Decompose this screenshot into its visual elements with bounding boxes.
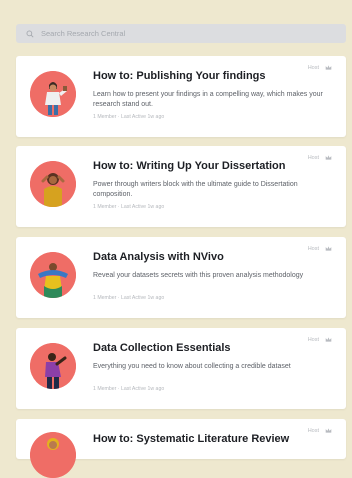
group-title[interactable]: Data Analysis with NVivo <box>93 251 224 263</box>
crown-icon <box>325 428 332 433</box>
person-illustration-icon <box>30 161 76 207</box>
person-illustration-icon <box>30 71 76 117</box>
group-avatar <box>30 343 76 389</box>
search-placeholder: Search Research Central <box>41 29 126 38</box>
person-illustration-icon <box>30 432 76 478</box>
group-title[interactable]: How to: Systematic Literature Review <box>93 433 289 445</box>
host-badge: Host <box>308 154 332 161</box>
search-icon <box>26 30 34 38</box>
group-card-dissertation[interactable]: How to: Writing Up Your Dissertation Pow… <box>16 146 346 227</box>
group-avatar <box>30 161 76 207</box>
host-label: Host <box>307 336 319 343</box>
group-avatar <box>30 432 76 478</box>
group-description: Learn how to present your findings in a … <box>93 91 323 108</box>
group-meta: 1 Member · Last Active 1w ago <box>93 295 165 301</box>
group-meta: 1 Member · Last Active 1w ago <box>93 386 165 392</box>
search-input[interactable]: Search Research Central <box>16 24 346 43</box>
host-label: Host <box>307 64 319 71</box>
group-card-literature-review[interactable]: How to: Systematic Literature Review Hos… <box>16 419 346 478</box>
group-description: Reveal your datasets secrets with this p… <box>93 272 304 279</box>
host-label: Host <box>307 427 319 434</box>
group-title[interactable]: How to: Writing Up Your Dissertation <box>93 160 286 172</box>
crown-icon <box>325 246 332 251</box>
person-illustration-icon <box>30 252 76 298</box>
group-avatar <box>30 252 76 298</box>
group-title[interactable]: How to: Publishing Your findings <box>93 70 266 82</box>
crown-icon <box>325 155 332 160</box>
host-badge: Host <box>308 64 332 71</box>
host-badge: Host <box>308 336 332 343</box>
host-badge: Host <box>308 427 332 434</box>
group-card-nvivo[interactable]: Data Analysis with NVivo Reveal your dat… <box>16 237 346 318</box>
group-card-data-collection[interactable]: Data Collection Essentials Everything yo… <box>16 328 346 409</box>
host-badge: Host <box>308 245 332 252</box>
group-title[interactable]: Data Collection Essentials <box>93 342 231 354</box>
group-avatar <box>30 71 76 117</box>
group-description: Everything you need to know about collec… <box>93 363 291 370</box>
crown-icon <box>325 337 332 342</box>
group-card-publishing[interactable]: How to: Publishing Your findings Learn h… <box>16 56 346 137</box>
group-description: Power through writers block with the ult… <box>93 181 298 198</box>
person-illustration-icon <box>30 343 76 389</box>
group-meta: 1 Member · Last Active 1w ago <box>93 204 165 210</box>
host-label: Host <box>307 154 319 161</box>
host-label: Host <box>307 245 319 252</box>
group-meta: 1 Member · Last Active 1w ago <box>93 114 165 120</box>
crown-icon <box>325 65 332 70</box>
